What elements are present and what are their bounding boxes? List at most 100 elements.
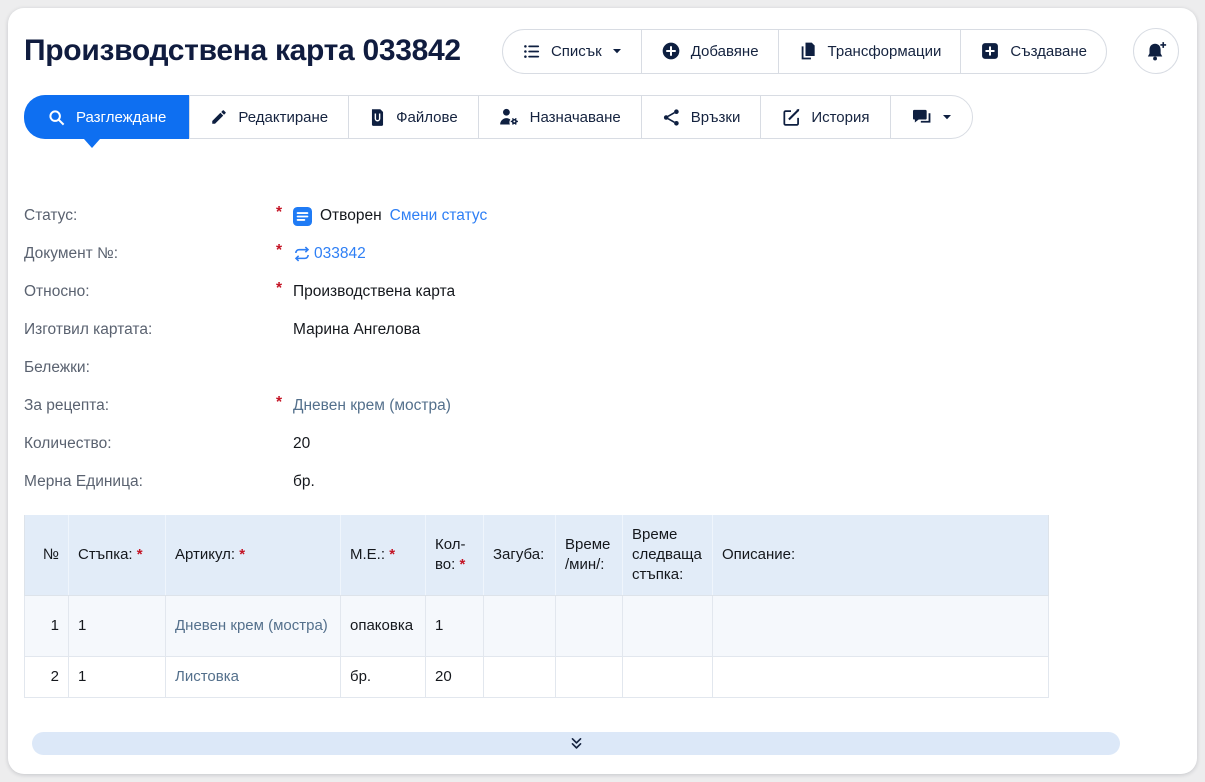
share-nodes-icon [662, 108, 681, 127]
note-pen-icon [781, 107, 801, 127]
author-label: Изготвил картата: [24, 321, 276, 339]
quantity-label: Количество: [24, 435, 276, 453]
field-row-doc-number: Документ №: * 033842 [24, 235, 1197, 273]
field-row-notes: Бележки: [24, 349, 1197, 387]
magnifier-icon [47, 108, 66, 127]
change-status-link[interactable]: Смени статус [390, 207, 488, 225]
transformations-button-label: Трансформации [828, 43, 942, 60]
caret-down-icon [942, 112, 952, 122]
tab-view[interactable]: Разглеждане [24, 95, 189, 139]
tab-assign[interactable]: Назначаване [478, 96, 641, 138]
cell-loss [484, 656, 556, 697]
cell-num: 1 [25, 595, 69, 656]
unit-label: Мерна Единица: [24, 473, 276, 491]
required-mark: * [276, 242, 293, 260]
tab-history[interactable]: История [760, 96, 889, 138]
article-link[interactable]: Листовка [175, 668, 239, 685]
required-mark: * [459, 556, 465, 573]
col-time-next: Време следваща стъпка: [623, 515, 713, 595]
tab-files-label: Файлове [396, 109, 458, 126]
cell-loss [484, 595, 556, 656]
detail-fields: Статус: * Отворен Смени статус Документ … [24, 197, 1197, 501]
col-description: Описание: [713, 515, 1049, 595]
expand-bar[interactable] [32, 732, 1120, 755]
doc-number-link[interactable]: 033842 [314, 245, 366, 263]
notification-bell-button[interactable] [1133, 28, 1179, 74]
subject-value: Производствена карта [293, 283, 455, 301]
tab-files[interactable]: Файлове [348, 96, 478, 138]
tab-links[interactable]: Връзки [641, 96, 761, 138]
add-button-label: Добавяне [691, 43, 759, 60]
person-gear-icon [499, 107, 520, 127]
create-button[interactable]: Създаване [960, 30, 1106, 73]
field-row-recipe: За рецепта: * Дневен крем (мостра) [24, 387, 1197, 425]
required-mark: * [137, 546, 143, 563]
field-row-status: Статус: * Отворен Смени статус [24, 197, 1197, 235]
subject-label: Относно: [24, 283, 276, 301]
cell-article: Дневен крем (мостра) [166, 595, 341, 656]
document-paperclip-icon [369, 108, 386, 127]
field-row-unit: Мерна Единица: бр. [24, 463, 1197, 501]
required-mark: * [389, 546, 395, 563]
col-num: № [25, 515, 69, 595]
double-chevron-down-icon [569, 736, 584, 751]
cell-article: Листовка [166, 656, 341, 697]
table-row: 2 1 Листовка бр. 20 [25, 656, 1049, 697]
cell-time-next [623, 656, 713, 697]
steps-table: № Стъпка: * Артикул: * М.Е.: * Кол-во: *… [24, 515, 1049, 698]
plus-circle-icon [661, 41, 681, 61]
tab-assign-label: Назначаване [530, 109, 621, 126]
tab-comments[interactable] [890, 96, 972, 138]
transformations-button[interactable]: Трансформации [778, 30, 961, 73]
caret-down-icon [612, 46, 622, 56]
author-value: Марина Ангелова [293, 321, 420, 339]
list-button-label: Списък [551, 43, 602, 60]
pages-icon [798, 41, 818, 61]
add-button[interactable]: Добавяне [641, 30, 778, 73]
speech-bubble-icon [911, 107, 932, 127]
cell-qty: 20 [426, 656, 484, 697]
cell-unit: опаковка [341, 595, 426, 656]
table-row: 1 1 Дневен крем (мостра) опаковка 1 [25, 595, 1049, 656]
article-link[interactable]: Дневен крем (мостра) [175, 617, 328, 634]
field-row-quantity: Количество: 20 [24, 425, 1197, 463]
plus-square-icon [980, 41, 1000, 61]
col-loss: Загуба: [484, 515, 556, 595]
col-step: Стъпка: * [69, 515, 166, 595]
cell-num: 2 [25, 656, 69, 697]
header-button-group: Списък Добавяне Трансформации [502, 29, 1107, 74]
notes-label: Бележки: [24, 359, 276, 377]
pencil-icon [210, 108, 228, 126]
repeat-arrows-icon [293, 245, 311, 263]
col-qty: Кол-во: * [426, 515, 484, 595]
table-header-row: № Стъпка: * Артикул: * М.Е.: * Кол-во: *… [25, 515, 1049, 595]
tab-history-label: История [811, 109, 869, 126]
recipe-link[interactable]: Дневен крем (мостра) [293, 397, 451, 415]
required-mark: * [276, 280, 293, 298]
required-mark: * [276, 204, 293, 222]
tab-edit-label: Редактиране [238, 109, 328, 126]
top-bar: Производствена карта 033842 Списък Д [8, 8, 1197, 74]
tab-links-label: Връзки [691, 109, 741, 126]
unit-value: бр. [293, 473, 315, 491]
col-article: Артикул: * [166, 515, 341, 595]
bell-plus-icon [1144, 39, 1169, 64]
cell-step: 1 [69, 595, 166, 656]
status-value: Отворен [320, 207, 382, 225]
doc-number-label: Документ №: [24, 245, 276, 263]
cell-time-next [623, 595, 713, 656]
list-button[interactable]: Списък [503, 30, 641, 73]
top-actions: Списък Добавяне Трансформации [502, 28, 1179, 74]
tab-edit[interactable]: Редактиране [189, 96, 348, 138]
required-mark: * [276, 394, 293, 412]
create-button-label: Създаване [1010, 43, 1087, 60]
cell-step: 1 [69, 656, 166, 697]
col-unit: М.Е.: * [341, 515, 426, 595]
required-mark: * [239, 546, 245, 563]
col-time: Време /мин/: [556, 515, 623, 595]
recipe-label: За рецепта: [24, 397, 276, 415]
cell-unit: бр. [341, 656, 426, 697]
tab-view-label: Разглеждане [76, 109, 166, 126]
status-justify-icon [293, 207, 312, 226]
app-card: Производствена карта 033842 Списък Д [8, 8, 1197, 774]
